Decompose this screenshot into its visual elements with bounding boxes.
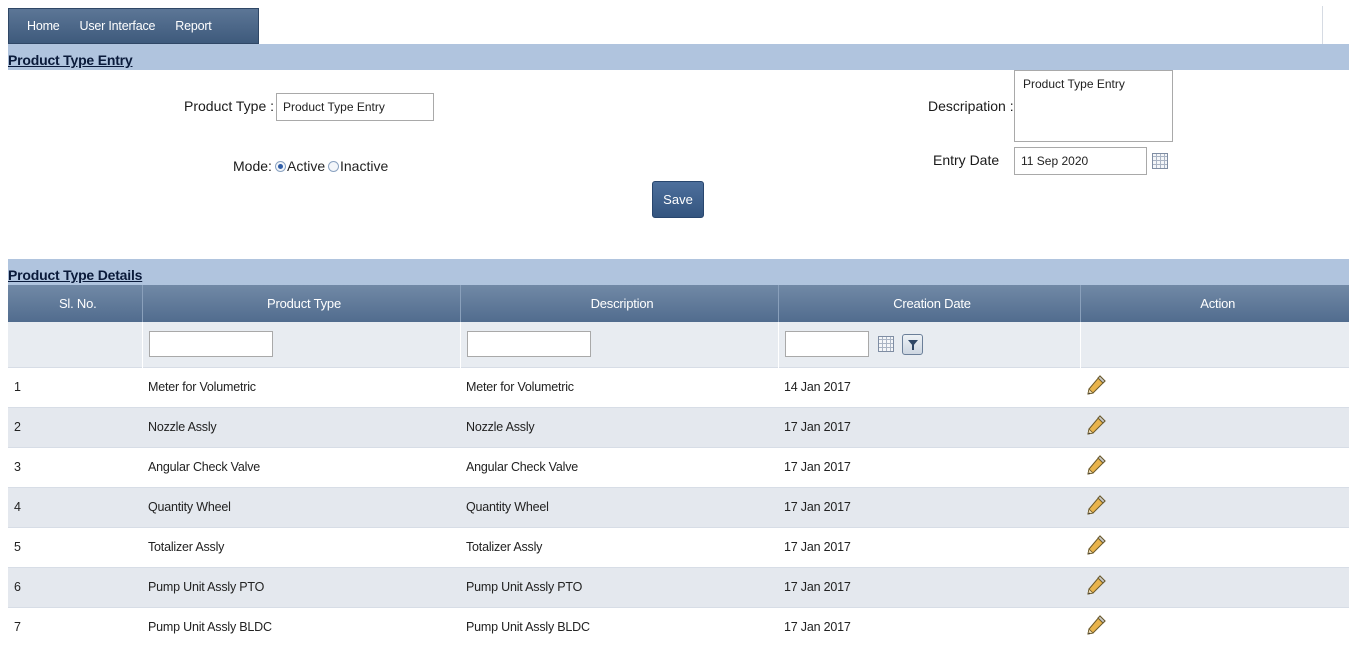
cell-creation-date: 17 Jan 2017 (778, 406, 1080, 447)
col-action: Action (1080, 285, 1349, 322)
product-type-grid: Sl. No. Product Type Description Creatio… (8, 285, 1349, 647)
entry-date-input[interactable] (1014, 147, 1147, 175)
cell-action (1080, 406, 1349, 447)
top-menu-strip: Home User Interface Report (0, 0, 1349, 44)
pencil-edit-icon[interactable] (1086, 454, 1106, 480)
cell-product-type: Quantity Wheel (142, 486, 460, 527)
product-type-details-header: Product Type Details (8, 259, 1349, 285)
filter-description-input[interactable] (466, 331, 591, 358)
cell-description: Pump Unit Assly PTO (460, 566, 778, 607)
calendar-icon[interactable] (1152, 153, 1168, 169)
cell-sl-no: 3 (8, 446, 142, 487)
filter-product-type-input[interactable] (148, 331, 273, 358)
filter-creation-date-input[interactable] (784, 331, 869, 358)
cell-description: Quantity Wheel (460, 486, 778, 527)
cell-product-type: Meter for Volumetric (142, 366, 460, 407)
filter-cell-action (1080, 322, 1349, 367)
table-row: 1 Meter for Volumetric Meter for Volumet… (8, 366, 1349, 407)
menu-item-user-interface[interactable]: User Interface (70, 19, 166, 33)
table-row: 5 Totalizer Assly Totalizer Assly 17 Jan… (8, 526, 1349, 567)
cell-creation-date: 14 Jan 2017 (778, 366, 1080, 407)
save-button[interactable]: Save (652, 181, 704, 218)
radio-selected-icon[interactable] (275, 160, 286, 172)
cell-creation-date: 17 Jan 2017 (778, 446, 1080, 487)
menu-item-home[interactable]: Home (9, 19, 70, 33)
col-creation-date[interactable]: Creation Date (778, 285, 1081, 322)
cell-description: Totalizer Assly (460, 526, 778, 567)
cell-description: Pump Unit Assly BLDC (460, 606, 778, 647)
col-sl-no[interactable]: Sl. No. (8, 285, 143, 322)
grid-filter-row (8, 322, 1349, 367)
mode-inactive-label: Inactive (340, 158, 389, 174)
description-label: Descripation : (928, 98, 1014, 114)
cell-sl-no: 1 (8, 366, 142, 407)
main-menu-bar: Home User Interface Report (8, 8, 259, 44)
entry-date-label: Entry Date (933, 152, 1000, 168)
cell-product-type: Nozzle Assly (142, 406, 460, 447)
grid-header-row: Sl. No. Product Type Description Creatio… (8, 285, 1349, 322)
cell-action (1080, 486, 1349, 527)
pencil-edit-icon[interactable] (1086, 374, 1106, 400)
cell-description: Nozzle Assly (460, 406, 778, 447)
pencil-edit-icon[interactable] (1086, 494, 1106, 520)
cell-product-type: Pump Unit Assly PTO (142, 566, 460, 607)
description-textarea[interactable]: Product Type Entry (1014, 70, 1173, 142)
cell-description: Angular Check Valve (460, 446, 778, 487)
mode-inactive-radio[interactable]: Inactive (328, 158, 388, 174)
cell-creation-date: 17 Jan 2017 (778, 566, 1080, 607)
product-type-entry-title: Product Type Entry (8, 52, 133, 68)
pencil-edit-icon[interactable] (1086, 574, 1106, 600)
mode-label: Mode: (233, 158, 272, 174)
cell-action (1080, 446, 1349, 487)
col-product-type[interactable]: Product Type (142, 285, 461, 322)
product-type-entry-header: Product Type Entry (8, 44, 1349, 70)
cell-action (1080, 526, 1349, 567)
pencil-edit-icon[interactable] (1086, 615, 1106, 640)
mode-active-label: Active (287, 158, 326, 174)
cell-creation-date: 17 Jan 2017 (778, 486, 1080, 527)
table-row: 2 Nozzle Assly Nozzle Assly 17 Jan 2017 (8, 406, 1349, 447)
col-description[interactable]: Description (460, 285, 779, 322)
cell-sl-no: 2 (8, 406, 142, 447)
table-row: 6 Pump Unit Assly PTO Pump Unit Assly PT… (8, 566, 1349, 607)
cell-creation-date: 17 Jan 2017 (778, 606, 1080, 647)
filter-icon[interactable] (901, 333, 923, 355)
cell-product-type: Angular Check Valve (142, 446, 460, 487)
cell-sl-no: 5 (8, 526, 142, 567)
cell-action (1080, 566, 1349, 607)
product-type-details-title: Product Type Details (8, 267, 143, 283)
mode-active-radio[interactable]: Active (275, 158, 325, 174)
product-type-input[interactable] (276, 93, 434, 121)
cell-creation-date: 17 Jan 2017 (778, 526, 1080, 567)
menu-divider (1322, 6, 1323, 44)
cell-product-type: Pump Unit Assly BLDC (142, 606, 460, 647)
filter-cell-empty (8, 322, 143, 367)
cell-sl-no: 7 (8, 606, 142, 647)
menu-item-report[interactable]: Report (165, 19, 221, 33)
cell-description: Meter for Volumetric (460, 366, 778, 407)
calendar-icon[interactable] (878, 336, 895, 353)
cell-sl-no: 4 (8, 486, 142, 527)
table-row: 3 Angular Check Valve Angular Check Valv… (8, 446, 1349, 487)
cell-action (1080, 606, 1349, 647)
table-row: 4 Quantity Wheel Quantity Wheel 17 Jan 2… (8, 486, 1349, 527)
cell-action (1080, 366, 1349, 407)
radio-unselected-icon[interactable] (328, 160, 339, 172)
pencil-edit-icon[interactable] (1086, 534, 1106, 560)
pencil-edit-icon[interactable] (1086, 414, 1106, 440)
cell-product-type: Totalizer Assly (142, 526, 460, 567)
product-type-label: Product Type : (184, 98, 275, 114)
table-row: 7 Pump Unit Assly BLDC Pump Unit Assly B… (8, 606, 1349, 647)
cell-sl-no: 6 (8, 566, 142, 607)
